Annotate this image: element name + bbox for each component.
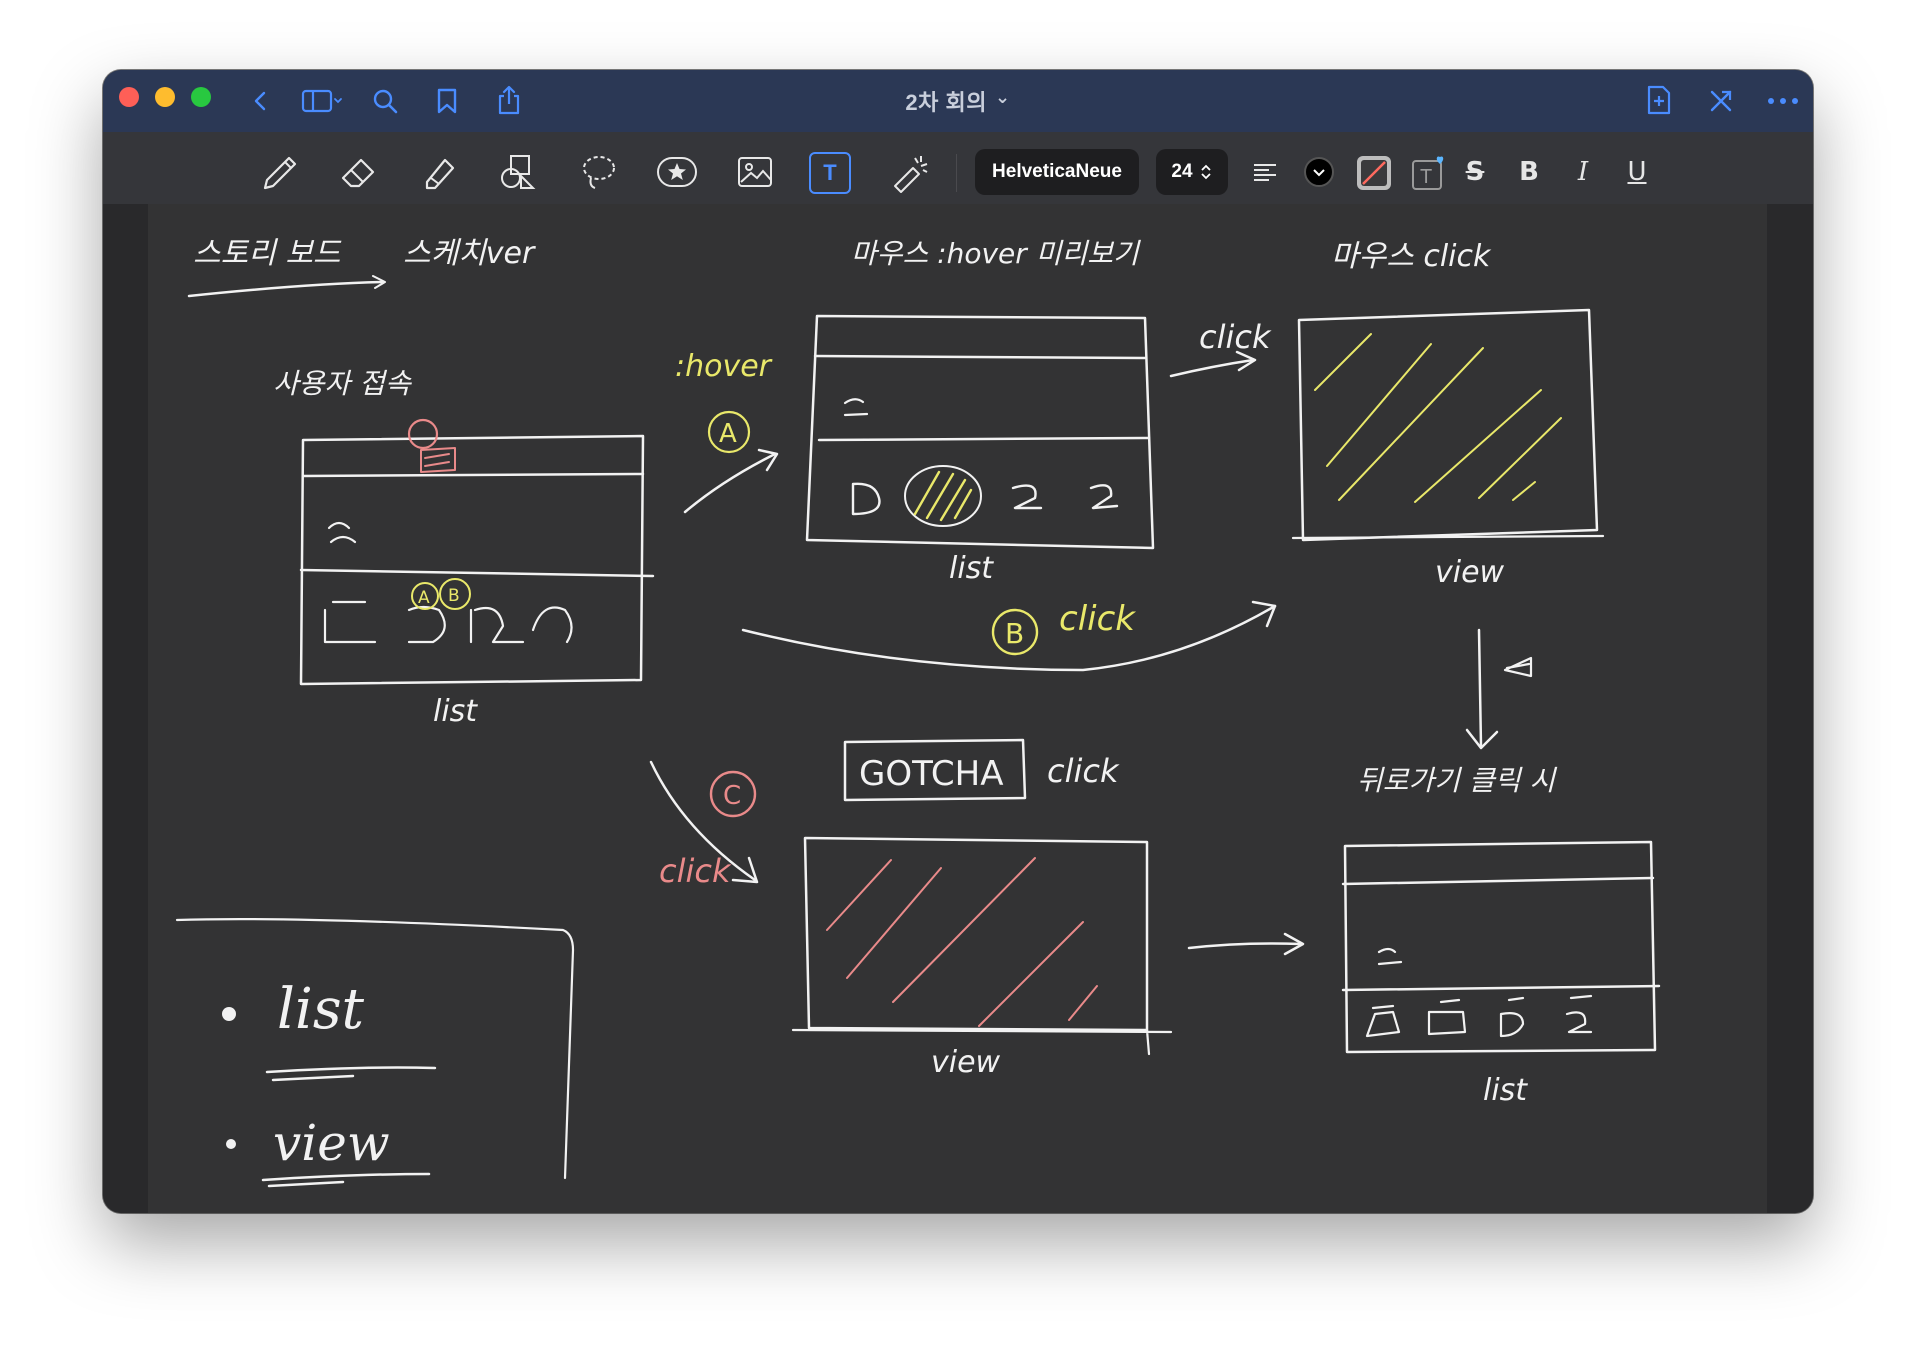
arrow-right: [1187, 942, 1303, 950]
box-2-hover-fill: [913, 470, 973, 522]
gotcha-text: GOTCHA: [859, 754, 1003, 794]
box-4-outline: [803, 836, 1149, 1032]
label-back-button: 뒤로가기 클릭 시: [1357, 764, 1557, 797]
legend-view: view: [273, 1114, 390, 1172]
sketch-drawing: 스토리 보드 스케치ver 사용자 접속 A B list :hover A 마…: [175, 236, 1661, 1188]
label-gotcha-click: click: [1047, 752, 1120, 790]
box-5-squiggle: [1377, 947, 1403, 966]
legend-list: list: [277, 977, 365, 1042]
legend-view-underline: [261, 1172, 431, 1188]
label-click-1: click: [1199, 318, 1272, 356]
box-1-header-line: [301, 472, 645, 478]
header-sketch-version: 스케치ver: [403, 236, 536, 271]
label-mouse-click: 마우스 click: [1331, 239, 1492, 274]
badge-c-text: C: [723, 781, 741, 811]
label-user-access: 사용자 접속: [273, 367, 412, 400]
box-3-outline: [1297, 308, 1599, 542]
header-storyboard: 스토리 보드: [193, 236, 342, 271]
box-5-middle-line: [1341, 984, 1661, 992]
box-2-middle-line: [817, 436, 1151, 442]
box-1-circle-mark: [407, 418, 439, 450]
box-1-badge-a-text: A: [418, 588, 430, 608]
label-hover-preview: 마우스 :hover 미리보기: [851, 237, 1141, 270]
box-5-caption: list: [1483, 1073, 1528, 1108]
legend-list-underline: [265, 1066, 437, 1082]
box-4-caption: view: [931, 1045, 1001, 1080]
box-5-items: [1365, 994, 1593, 1038]
box-1-badge-b-text: B: [448, 586, 460, 606]
arrow-a: [683, 452, 777, 514]
box-4-hatching: [826, 857, 1098, 1027]
label-hover: :hover: [675, 349, 773, 384]
label-click-c: click: [659, 852, 732, 890]
badge-a-text: A: [719, 419, 737, 449]
box-3-baseline: [1291, 534, 1605, 540]
back-icon-scribble: [1503, 656, 1533, 678]
box-1-pink-scribble: [420, 447, 456, 473]
badge-b-text: B: [1005, 617, 1024, 650]
box-1-middle-line: [299, 568, 655, 578]
box-2-caption: list: [949, 551, 994, 586]
legend-bullet-list: [222, 1007, 236, 1021]
box-2-squiggle: [843, 398, 869, 417]
box-1-squiggle: [327, 521, 357, 544]
header-underline: [187, 280, 385, 298]
label-click-b: click: [1059, 599, 1136, 639]
app-window: 2차 회의 ⌄ T HelveticaNeue 24 T S B I U 스토리…: [103, 70, 1813, 1213]
arrow-down: [1477, 628, 1483, 748]
arrow-b-head: [1251, 600, 1277, 628]
box-3-caption: view: [1435, 555, 1505, 590]
box-2-items: [851, 482, 1119, 516]
box-3-hatching: [1314, 333, 1562, 503]
box-1-caption: list: [433, 694, 478, 729]
box-5-header-line: [1341, 876, 1655, 886]
box-2-header-line: [813, 354, 1147, 360]
legend-bullet-view: [226, 1139, 236, 1149]
